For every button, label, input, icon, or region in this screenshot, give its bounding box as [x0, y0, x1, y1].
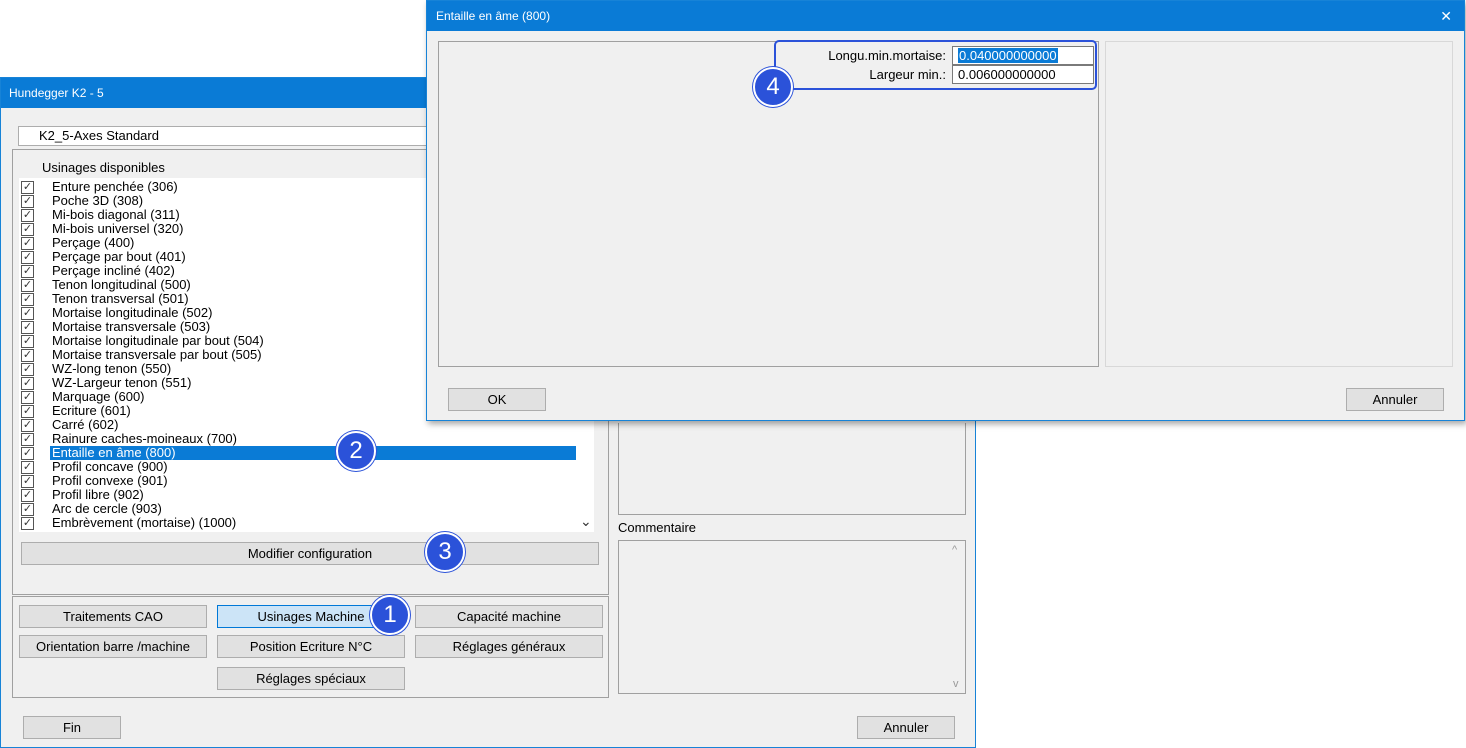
- dialog-annuler-button[interactable]: Annuler: [1346, 388, 1444, 411]
- machine-select[interactable]: K2_5-Axes Standard: [18, 126, 438, 146]
- step-badge-4: 4: [753, 67, 793, 107]
- list-item-label: Tenon longitudinal (500): [52, 277, 191, 292]
- dialog-titlebar: Entaille en âme (800): [427, 1, 1464, 31]
- fields-highlight: [774, 40, 1097, 90]
- list-item[interactable]: ✓ Embrèvement (mortaise) (1000): [21, 516, 581, 530]
- list-item-label: Carré (602): [52, 417, 119, 432]
- list-item[interactable]: ✓ Arc de cercle (903): [21, 502, 581, 516]
- checkbox[interactable]: ✓: [21, 181, 34, 194]
- dialog-title: Entaille en âme (800): [436, 9, 551, 23]
- checkbox[interactable]: ✓: [21, 223, 34, 236]
- reglages-speciaux-button[interactable]: Réglages spéciaux: [217, 667, 405, 690]
- close-icon[interactable]: ✕: [1440, 8, 1452, 24]
- list-item[interactable]: ✓ Profil convexe (901): [21, 474, 581, 488]
- position-ecriture-button[interactable]: Position Ecriture N°C: [217, 635, 405, 658]
- checkbox[interactable]: ✓: [21, 377, 34, 390]
- list-item-label: Ecriture (601): [52, 403, 131, 418]
- list-item-label: Mortaise longitudinale par bout (504): [52, 333, 264, 348]
- checkbox[interactable]: ✓: [21, 279, 34, 292]
- usinages-list-label: Usinages disponibles: [42, 160, 165, 175]
- list-item-label: Embrèvement (mortaise) (1000): [52, 515, 237, 530]
- list-item[interactable]: ✓ Profil libre (902): [21, 488, 581, 502]
- main-window-title: Hundegger K2 - 5: [9, 86, 104, 100]
- checkbox[interactable]: ✓: [21, 517, 34, 530]
- checkbox[interactable]: ✓: [21, 307, 34, 320]
- list-item[interactable]: ✓ Profil concave (900): [21, 460, 581, 474]
- list-item-label: Arc de cercle (903): [52, 501, 162, 516]
- checkbox[interactable]: ✓: [21, 503, 34, 516]
- checkbox[interactable]: ✓: [21, 251, 34, 264]
- checkbox[interactable]: ✓: [21, 321, 34, 334]
- fin-button[interactable]: Fin: [23, 716, 121, 739]
- checkbox[interactable]: ✓: [21, 265, 34, 278]
- list-item-label: Entaille en âme (800): [50, 446, 576, 460]
- checkbox[interactable]: ✓: [21, 363, 34, 376]
- checkbox[interactable]: ✓: [21, 405, 34, 418]
- list-item[interactable]: ✓ Entaille en âme (800): [21, 446, 581, 460]
- list-item-label: Tenon transversal (501): [52, 291, 189, 306]
- checkbox[interactable]: ✓: [21, 461, 34, 474]
- list-item-label: Enture penchée (306): [52, 179, 178, 194]
- commentaire-label: Commentaire: [618, 520, 697, 535]
- list-item-label: Perçage par bout (401): [52, 249, 186, 264]
- checkbox[interactable]: ✓: [21, 349, 34, 362]
- step-badge-2: 2: [336, 431, 376, 471]
- list-item-label: Marquage (600): [52, 389, 145, 404]
- checkbox[interactable]: ✓: [21, 489, 34, 502]
- main-annuler-button[interactable]: Annuler: [857, 716, 955, 739]
- traitements-cao-button[interactable]: Traitements CAO: [19, 605, 207, 628]
- commentaire-textarea[interactable]: ^ v: [618, 540, 966, 694]
- checkbox[interactable]: ✓: [21, 209, 34, 222]
- checkbox[interactable]: ✓: [21, 293, 34, 306]
- checkbox[interactable]: ✓: [21, 447, 34, 460]
- comment-scrollbar[interactable]: ^ v: [948, 541, 965, 693]
- info-panel: [618, 423, 966, 515]
- list-item-label: WZ-long tenon (550): [52, 361, 172, 376]
- modifier-configuration-button[interactable]: Modifier configuration: [21, 542, 599, 565]
- scroll-up-icon[interactable]: ^: [952, 544, 957, 556]
- step-badge-1: 1: [370, 595, 410, 635]
- dialog-right-panel: [1105, 41, 1453, 367]
- list-item-label: WZ-Largeur tenon (551): [52, 375, 192, 390]
- checkbox[interactable]: ✓: [21, 335, 34, 348]
- checkbox[interactable]: ✓: [21, 195, 34, 208]
- list-item-label: Poche 3D (308): [52, 193, 144, 208]
- orientation-barre-button[interactable]: Orientation barre /machine: [19, 635, 207, 658]
- list-item-label: Profil libre (902): [52, 487, 144, 502]
- checkbox[interactable]: ✓: [21, 433, 34, 446]
- list-item-label: Profil concave (900): [52, 459, 168, 474]
- checkbox[interactable]: ✓: [21, 391, 34, 404]
- reglages-generaux-button[interactable]: Réglages généraux: [415, 635, 603, 658]
- list-item-label: Mortaise transversale (503): [52, 319, 211, 334]
- list-item-label: Perçage incliné (402): [52, 263, 175, 278]
- list-item-label: Mortaise transversale par bout (505): [52, 347, 262, 362]
- list-item-label: Mi-bois universel (320): [52, 221, 184, 236]
- checkbox[interactable]: ✓: [21, 419, 34, 432]
- scroll-down-icon[interactable]: ⌄: [580, 514, 592, 528]
- checkbox[interactable]: ✓: [21, 475, 34, 488]
- list-item-label: Mortaise longitudinale (502): [52, 305, 213, 320]
- list-item-label: Rainure caches-moineaux (700): [52, 431, 237, 446]
- list-item-label: Profil convexe (901): [52, 473, 168, 488]
- scroll-down-small-icon[interactable]: v: [953, 678, 959, 690]
- step-badge-3: 3: [425, 532, 465, 572]
- entaille-dialog: Entaille en âme (800) ✕ Longu.min.mortai…: [426, 0, 1465, 421]
- list-item-label: Mi-bois diagonal (311): [52, 207, 180, 222]
- list-item-label: Perçage (400): [52, 235, 135, 250]
- list-item[interactable]: ✓ Rainure caches-moineaux (700): [21, 432, 581, 446]
- ok-button[interactable]: OK: [448, 388, 546, 411]
- checkbox[interactable]: ✓: [21, 237, 34, 250]
- capacite-machine-button[interactable]: Capacité machine: [415, 605, 603, 628]
- machine-select-value: K2_5-Axes Standard: [39, 128, 159, 143]
